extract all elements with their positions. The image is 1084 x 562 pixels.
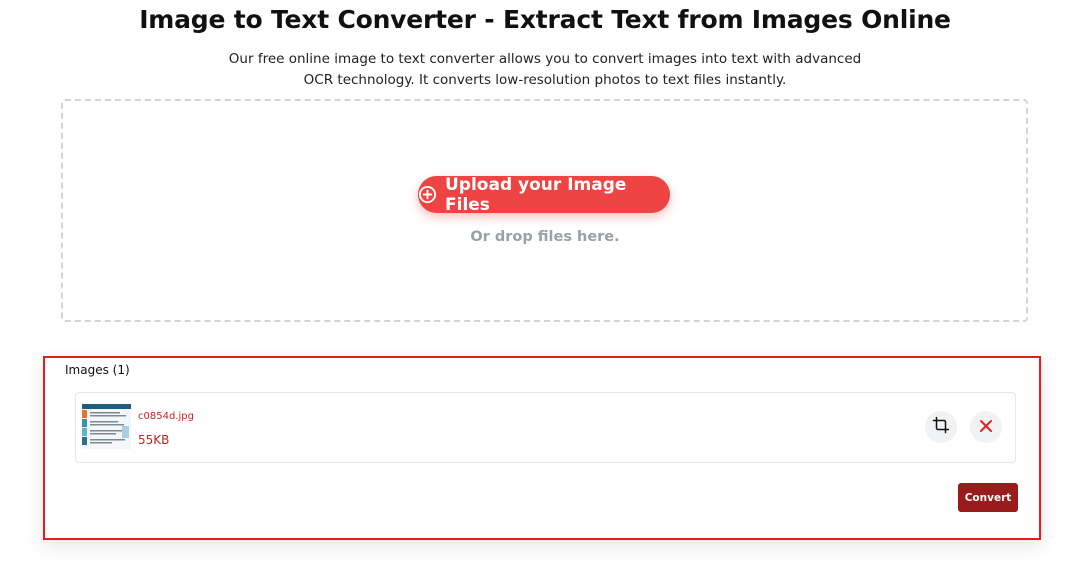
crop-icon [932, 416, 950, 438]
close-icon [979, 418, 993, 437]
convert-button[interactable]: Convert [958, 483, 1018, 512]
description-line-1: Our free online image to text converter … [228, 51, 862, 67]
file-size: 55KB [138, 433, 170, 447]
file-list-item: c0854d.jpg 55KB [75, 392, 1016, 463]
crop-button[interactable] [925, 411, 957, 443]
page-description: Our free online image to text converter … [0, 49, 1084, 91]
plus-circle-icon [418, 185, 437, 204]
image-thumbnail [82, 404, 131, 449]
images-panel: Images (1) c0854d.jpg 55KB Convert [43, 356, 1041, 540]
upload-files-button[interactable]: Upload your Image Files [418, 174, 670, 215]
images-count-label: Images (1) [65, 363, 130, 377]
file-name: c0854d.jpg [138, 411, 194, 422]
description-line-2: OCR technology. It converts low-resoluti… [303, 72, 787, 88]
page-title: Image to Text Converter - Extract Text f… [139, 5, 951, 34]
upload-button-label: Upload your Image Files [445, 174, 627, 215]
remove-file-button[interactable] [970, 411, 1002, 443]
drop-files-hint: Or drop files here. [470, 229, 620, 245]
